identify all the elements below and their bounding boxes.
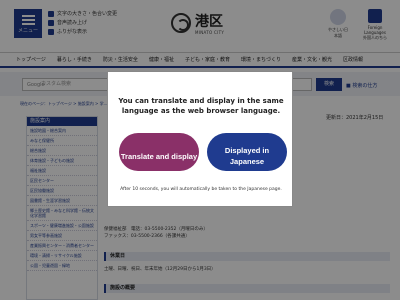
dialog-message: You can translate and display in the sam… <box>118 97 284 115</box>
translate-button[interactable]: Translate and display <box>119 133 199 171</box>
japanese-button[interactable]: Displayed in Japanese <box>207 133 287 171</box>
auto-redirect-note: After 10 seconds, you will automatically… <box>120 187 282 192</box>
translation-dialog: You can translate and display in the sam… <box>107 71 293 207</box>
